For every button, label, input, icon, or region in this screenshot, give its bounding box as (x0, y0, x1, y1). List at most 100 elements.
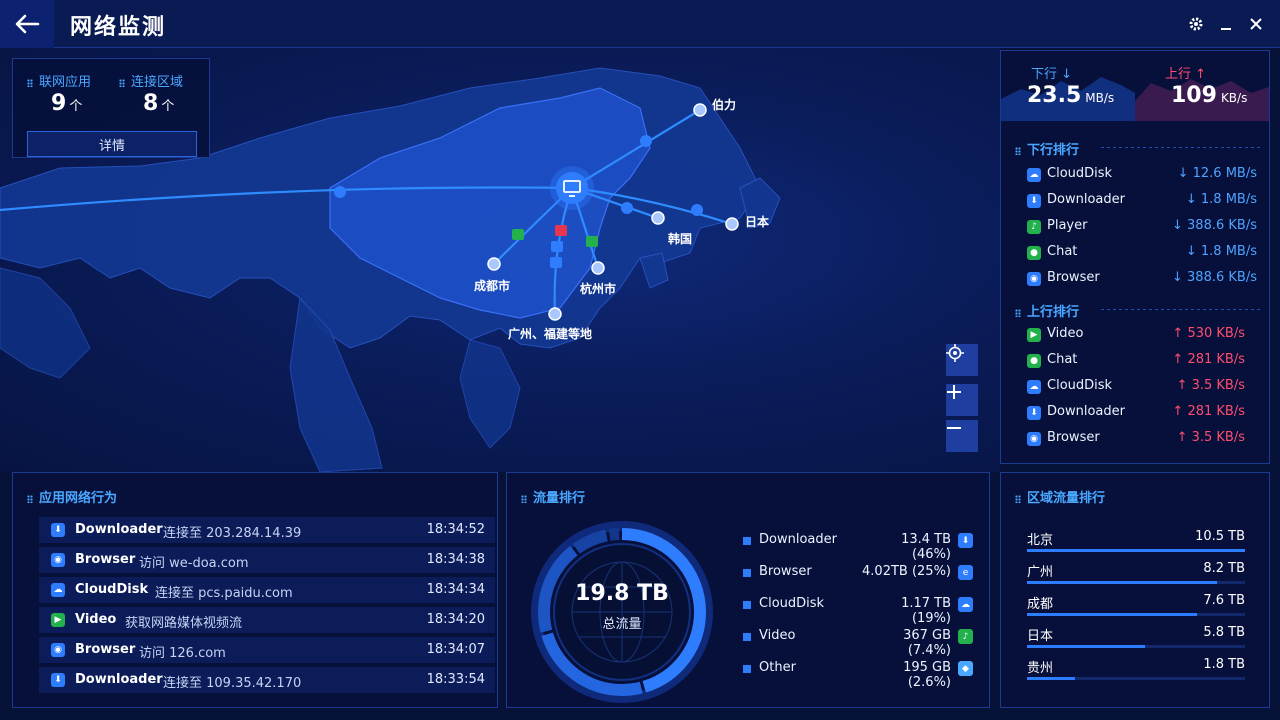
city-label: 日本 (745, 215, 770, 229)
zoom-out-button[interactable] (946, 420, 978, 452)
region-bar-track (1027, 645, 1245, 648)
app-name: Browser (75, 642, 136, 657)
close-button[interactable] (1244, 12, 1268, 36)
download-icon: ⬇ (958, 533, 973, 548)
activity-row[interactable]: ⬇ Downloader 连接至 203.284.14.39 18:34:52 (39, 517, 495, 543)
region-bar-fill (1027, 613, 1198, 616)
download-rank-title: 下行排行 (1015, 139, 1079, 158)
region-bar-track (1027, 581, 1245, 584)
app-name: CloudDisk (75, 582, 149, 597)
back-button[interactable] (0, 0, 54, 48)
city-label: 韩国 (668, 232, 693, 246)
upload-rank-row[interactable]: ⬇ Downloader ↑ 281 KB/s (1027, 403, 1245, 423)
region-bar-fill (1027, 581, 1217, 584)
zoom-in-button[interactable] (946, 384, 978, 416)
activity-description: 获取网路媒体视频流 (125, 616, 243, 631)
app-name: CloudDisk (1047, 166, 1113, 181)
cloud-icon: ☁ (1027, 168, 1041, 182)
upload-rank-row[interactable]: ☁ CloudDisk ↑ 3.5 KB/s (1027, 377, 1245, 397)
upload-speed-value: ↑ 3.5 KB/s (1176, 430, 1245, 445)
app-name: Video (1047, 326, 1084, 341)
dots-icon (521, 494, 527, 503)
activity-description: 连接至 pcs.paidu.com (155, 586, 293, 601)
minimize-button[interactable] (1214, 12, 1238, 36)
upload-speed-label: 上行 ↑ (1165, 67, 1207, 82)
download-rank-row[interactable]: ☁ CloudDisk ↓ 12.6 MB/s (1027, 165, 1257, 185)
region-row[interactable]: 北京 10.5 TB (1027, 529, 1245, 559)
crosshair-icon (946, 344, 964, 362)
upload-speed-value: ↑ 3.5 KB/s (1176, 378, 1245, 393)
dots-icon (1015, 308, 1021, 317)
region-bar-fill (1027, 677, 1075, 680)
traffic-row[interactable]: Other 195 GB (2.6%) ◆ (743, 659, 973, 690)
activity-row[interactable]: ◉ Browser 访问 126.com 18:34:07 (39, 637, 495, 663)
app-name: Chat (1047, 352, 1078, 367)
download-rank-row[interactable]: ◉ Browser ↓ 388.6 KB/s (1027, 269, 1257, 289)
region-name: 日本 (1027, 629, 1054, 644)
settings-button[interactable] (1184, 12, 1208, 36)
dots-icon (1015, 146, 1021, 155)
region-row[interactable]: 贵州 1.8 TB (1027, 657, 1245, 687)
download-speed-value: ↓ 1.8 MB/s (1185, 244, 1257, 259)
region-title: 区域流量排行 (1015, 487, 1105, 506)
download-rank-row[interactable]: ⬇ Downloader ↓ 1.8 MB/s (1027, 191, 1257, 211)
minimize-icon (1221, 28, 1231, 30)
region-row[interactable]: 广州 8.2 TB (1027, 561, 1245, 591)
upload-rank-title: 上行排行 (1015, 301, 1079, 320)
upload-rank-row[interactable]: ▶ Video ↑ 530 KB/s (1027, 325, 1245, 345)
app-name: Browser (1047, 430, 1100, 445)
region-row[interactable]: 成都 7.6 TB (1027, 593, 1245, 623)
arrow-left-icon (15, 14, 40, 34)
app-name: Downloader (75, 672, 163, 687)
region-row[interactable]: 日本 5.8 TB (1027, 625, 1245, 655)
traffic-row[interactable]: Video 367 GB (7.4%) ♪ (743, 627, 973, 658)
traffic-value: 4.02TB (25%) (862, 564, 951, 579)
upload-speed-value: ↑ 281 KB/s (1172, 352, 1245, 367)
download-icon: ⬇ (1027, 194, 1041, 208)
app-icon: ◆ (958, 661, 973, 676)
page-title: 网络监测 (70, 15, 167, 40)
upload-rank-row[interactable]: ● Chat ↑ 281 KB/s (1027, 351, 1245, 371)
edge-icon: e (958, 565, 973, 580)
region-value: 10.5 TB (1195, 529, 1245, 544)
activity-time: 18:34:34 (426, 582, 485, 597)
region-value: 7.6 TB (1203, 593, 1245, 608)
traffic-row[interactable]: Downloader 13.4 TB (46%) ⬇ (743, 531, 973, 562)
activity-row[interactable]: ☁ CloudDisk 连接至 pcs.paidu.com 18:34:34 (39, 577, 495, 603)
title-bar: 网络监测 (0, 0, 1280, 48)
activity-row[interactable]: ⬇ Downloader 连接至 109.35.42.170 18:33:54 (39, 667, 495, 693)
region-name: 贵州 (1027, 661, 1054, 676)
region-name: 北京 (1027, 533, 1054, 548)
speed-panel: 下行 ↓ 23.5 MB/s 上行 ↑ 109 KB/s 下行排行 ☁ CloudDi… (1000, 50, 1270, 464)
traffic-value: 13.4 TB (46%) (901, 532, 951, 562)
traffic-row[interactable]: CloudDisk 1.17 TB (19%) ☁ (743, 595, 973, 626)
region-bar-track (1027, 677, 1245, 680)
divider (1101, 309, 1261, 310)
activity-row[interactable]: ▶ Video 获取网路媒体视频流 18:34:20 (39, 607, 495, 633)
legend-swatch (743, 633, 751, 641)
summary-panel: 联网应用 9个 连接区域 8个 详情 (12, 58, 210, 158)
download-icon: ⬇ (1027, 406, 1041, 420)
download-icon: ⬇ (51, 673, 65, 687)
activity-row[interactable]: ◉ Browser 访问 we-doa.com 18:34:38 (39, 547, 495, 573)
app-name: Browser (1047, 270, 1100, 285)
download-speed-value: ↓ 1.8 MB/s (1185, 192, 1257, 207)
region-value: 8.2 TB (1203, 561, 1245, 576)
city-label: 成都市 (474, 279, 511, 293)
region-bar-track (1027, 613, 1245, 616)
app-name: Downloader (1047, 192, 1125, 207)
legend-swatch (743, 537, 751, 545)
download-rank-row[interactable]: ♪ Player ↓ 388.6 KB/s (1027, 217, 1257, 237)
traffic-value: 367 GB (7.4%) (903, 628, 951, 658)
detail-button[interactable]: 详情 (27, 131, 197, 157)
regions-count: 8个 (143, 91, 175, 116)
locate-button[interactable] (946, 344, 978, 376)
upload-rank-row[interactable]: ◉ Browser ↑ 3.5 KB/s (1027, 429, 1245, 449)
plus-icon (947, 385, 961, 399)
app-name: CloudDisk (759, 596, 825, 611)
city-label: 伯力 (712, 98, 737, 112)
app-name: Downloader (759, 532, 837, 547)
download-rank-row[interactable]: ● Chat ↓ 1.8 MB/s (1027, 243, 1257, 263)
traffic-row[interactable]: Browser 4.02TB (25%) e (743, 563, 973, 583)
download-speed-value: ↓ 388.6 KB/s (1172, 218, 1257, 233)
